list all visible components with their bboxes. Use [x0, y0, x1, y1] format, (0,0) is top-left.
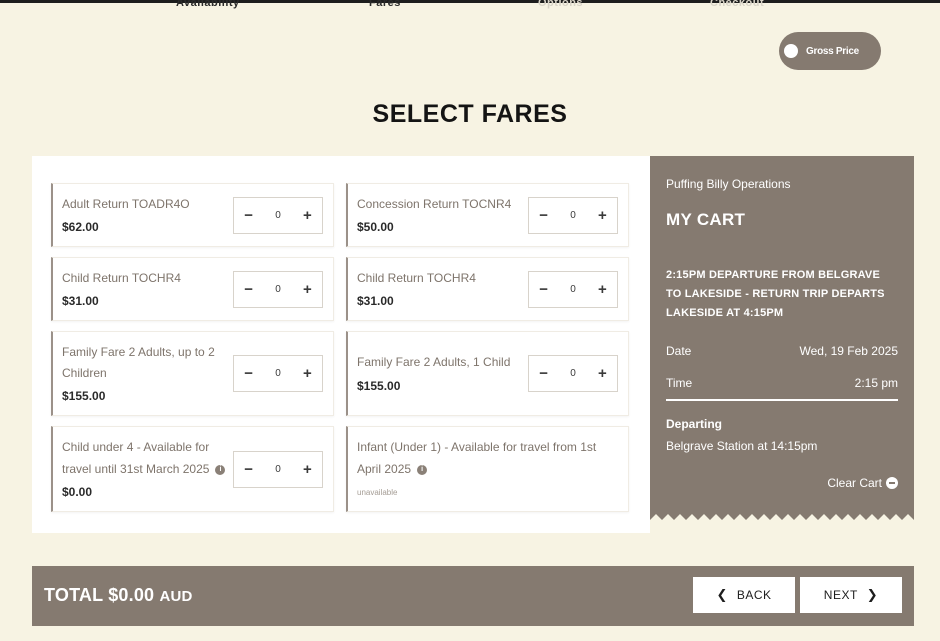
decrement-button[interactable]: −	[529, 365, 558, 382]
decrement-button[interactable]: −	[234, 461, 263, 478]
gross-price-toggle[interactable]: Gross Price	[779, 32, 881, 70]
back-button[interactable]: ❮ BACK	[693, 577, 795, 613]
increment-button[interactable]: +	[588, 281, 617, 298]
fare-price: $155.00	[62, 389, 106, 403]
unavailable-label: unavailable	[357, 488, 398, 497]
cart-divider	[666, 399, 898, 401]
page-title: SELECT FARES	[372, 100, 568, 128]
fare-name: Adult Return TOADR4O	[62, 197, 190, 211]
fare-card-family-2-adults-2-children: Family Fare 2 Adults, up to 2 Children $…	[51, 331, 334, 416]
cart-date-label: Date	[666, 344, 692, 358]
fare-card-family-2-adults-1-child: Family Fare 2 Adults, 1 Child $155.00 − …	[346, 331, 629, 416]
increment-button[interactable]: +	[293, 365, 322, 382]
increment-button[interactable]: +	[293, 461, 322, 478]
cart-trip-line: LAKESIDE AT 4:15PM	[666, 307, 784, 319]
fare-price: $31.00	[62, 294, 99, 308]
fare-name: Child Return TOCHR4	[357, 271, 476, 285]
fare-price: $155.00	[357, 379, 401, 393]
fare-price: $62.00	[62, 220, 99, 234]
cart-date-value: Wed, 19 Feb 2025	[799, 344, 898, 358]
next-button[interactable]: NEXT ❯	[800, 577, 902, 613]
progress-steps: Availability Fares Options Checkout	[0, 0, 940, 12]
cart-trip-line: TO LAKESIDE - RETURN TRIP DEPARTS	[666, 288, 885, 300]
increment-button[interactable]: +	[588, 365, 617, 382]
quantity-stepper: − 0 +	[233, 197, 323, 234]
step-availability[interactable]: Availability	[176, 0, 240, 9]
increment-button[interactable]: +	[293, 281, 322, 298]
fare-price: $31.00	[357, 294, 394, 308]
cart-zigzag-edge	[650, 512, 914, 520]
cart-vendor: Puffing Billy Operations	[666, 177, 791, 191]
decrement-button[interactable]: −	[234, 281, 263, 298]
decrement-button[interactable]: −	[234, 207, 263, 224]
footer-bar: TOTAL $0.00 AUD ❮ BACK NEXT ❯	[32, 566, 914, 626]
quantity-stepper: − 0 +	[233, 451, 323, 488]
fare-price: $0.00	[62, 485, 93, 499]
quantity-value[interactable]: 0	[558, 284, 587, 295]
fare-name: Child Return TOCHR4	[62, 271, 181, 285]
total-amount: TOTAL $0.00	[44, 585, 155, 605]
toggle-knob[interactable]	[784, 44, 798, 58]
fare-name-line1: Child under 4 - Available for	[62, 440, 210, 454]
fare-price: $50.00	[357, 220, 394, 234]
cart-trip-line: 2:15PM DEPARTURE FROM BELGRAVE	[666, 269, 881, 281]
chevron-right-icon: ❯	[866, 587, 879, 602]
quantity-value[interactable]: 0	[263, 210, 292, 221]
quantity-value[interactable]: 0	[263, 464, 292, 475]
cart-date-row: Date Wed, 19 Feb 2025	[666, 344, 898, 358]
fare-card-child-return: Child Return TOCHR4 $31.00 − 0 +	[51, 257, 334, 321]
clear-cart-label: Clear Cart	[827, 476, 882, 490]
cart-time-value: 2:15 pm	[854, 376, 898, 390]
clear-cart-button[interactable]: Clear Cart	[827, 476, 898, 490]
increment-button[interactable]: +	[293, 207, 322, 224]
quantity-stepper: − 0 +	[233, 271, 323, 308]
fare-name: Family Fare 2 Adults, 1 Child	[357, 355, 511, 369]
next-label: NEXT	[823, 588, 858, 602]
cart-time-row: Time 2:15 pm	[666, 376, 898, 390]
quantity-value[interactable]: 0	[558, 210, 587, 221]
cart-title: MY CART	[666, 210, 746, 229]
fare-name-line2: travel until 31st March 2025 i	[62, 459, 226, 480]
fare-name: Concession Return TOCNR4	[357, 197, 512, 211]
total-currency: AUD	[159, 588, 193, 605]
toggle-label: Gross Price	[806, 45, 859, 57]
fare-card-adult-return: Adult Return TOADR4O $62.00 − 0 +	[51, 183, 334, 247]
decrement-button[interactable]: −	[529, 281, 558, 298]
fare-card-child-return-2: Child Return TOCHR4 $31.00 − 0 +	[346, 257, 629, 321]
quantity-stepper: − 0 +	[528, 197, 618, 234]
fare-name-line2: Children	[62, 366, 107, 380]
quantity-stepper: − 0 +	[528, 271, 618, 308]
remove-circle-icon	[886, 477, 898, 489]
cart-trip-description: 2:15PM DEPARTURE FROM BELGRAVE TO LAKESI…	[666, 266, 902, 323]
cart-panel: Puffing Billy Operations MY CART 2:15PM …	[650, 156, 914, 512]
cart-departing-value: Belgrave Station at 14:15pm	[666, 439, 818, 453]
quantity-value[interactable]: 0	[263, 368, 292, 379]
step-options: Options	[538, 0, 584, 9]
fares-panel: Adult Return TOADR4O $62.00 − 0 + Conces…	[32, 156, 650, 533]
quantity-stepper: − 0 +	[528, 355, 618, 392]
back-label: BACK	[736, 588, 772, 602]
fare-card-concession-return: Concession Return TOCNR4 $50.00 − 0 +	[346, 183, 629, 247]
fare-name-line1: Family Fare 2 Adults, up to 2	[62, 345, 215, 359]
order-total: TOTAL $0.00 AUD	[44, 585, 193, 606]
increment-button[interactable]: +	[588, 207, 617, 224]
cart-departing-label: Departing	[666, 417, 723, 431]
info-icon[interactable]: i	[417, 464, 428, 475]
quantity-value[interactable]: 0	[263, 284, 292, 295]
chevron-left-icon: ❮	[716, 587, 728, 602]
decrement-button[interactable]: −	[529, 207, 558, 224]
fare-card-child-under-4: Child under 4 - Available for travel unt…	[51, 426, 334, 512]
fare-name-line1: Infant (Under 1) - Available for travel …	[357, 440, 597, 454]
cart-time-label: Time	[666, 376, 693, 390]
fare-card-infant-under-1: Infant (Under 1) - Available for travel …	[346, 426, 629, 512]
quantity-value[interactable]: 0	[558, 368, 587, 379]
decrement-button[interactable]: −	[234, 365, 263, 382]
quantity-stepper: − 0 +	[233, 355, 323, 392]
step-checkout: Checkout	[710, 0, 765, 9]
info-icon[interactable]: i	[215, 464, 226, 475]
step-fares: Fares	[369, 0, 401, 9]
fare-name-line2: April 2025 i	[357, 459, 428, 480]
